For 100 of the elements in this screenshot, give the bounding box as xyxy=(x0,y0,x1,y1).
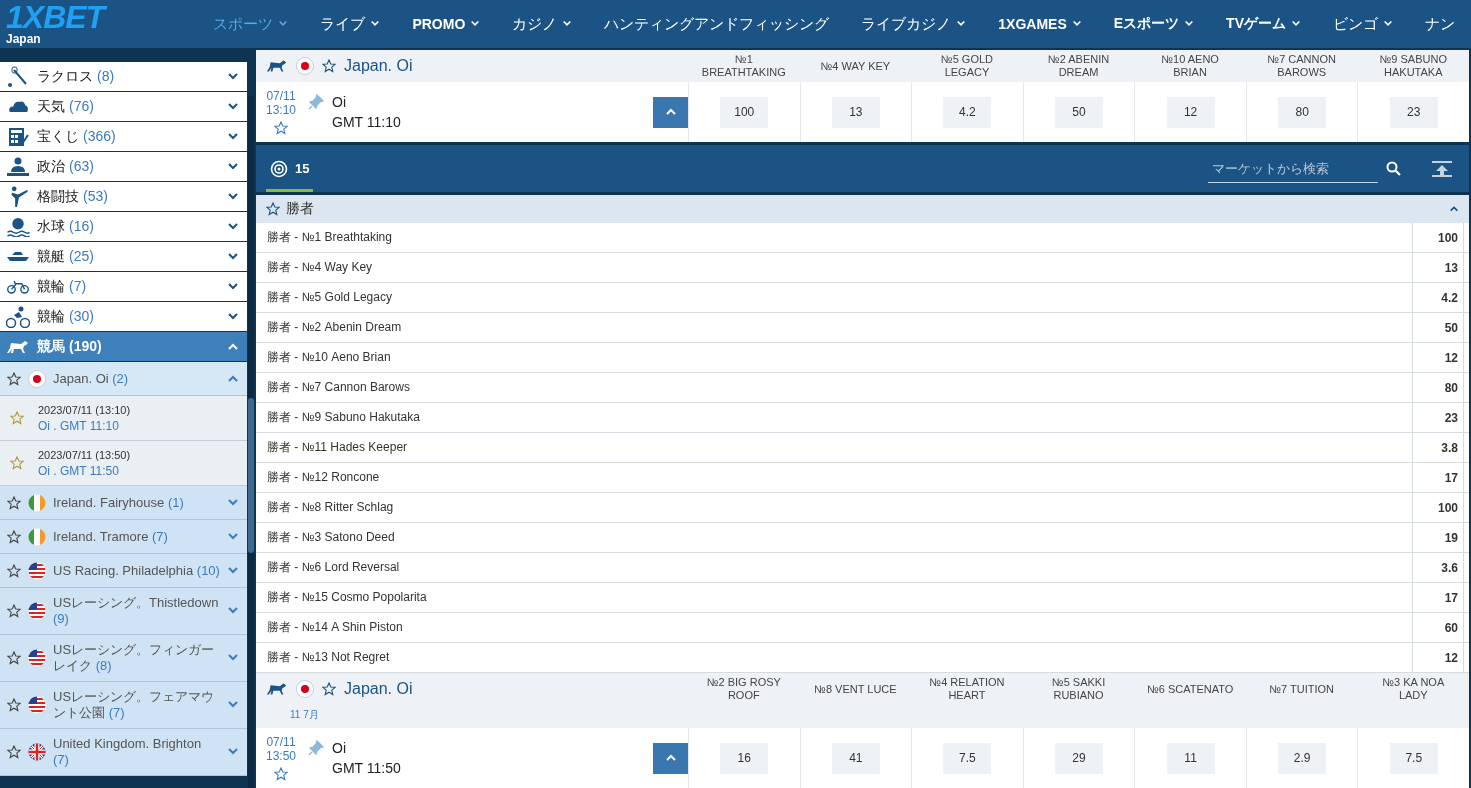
odds-button[interactable]: 50 xyxy=(1412,313,1464,342)
event-count: (30) xyxy=(69,307,94,326)
sport-menu-item[interactable]: 競艇 (25) xyxy=(0,242,247,272)
odds-button[interactable]: 2.9 xyxy=(1278,742,1327,774)
odds-button[interactable]: 23 xyxy=(1389,96,1438,128)
odds-button[interactable]: 12 xyxy=(1412,643,1464,672)
odds-button[interactable]: 17 xyxy=(1412,583,1464,612)
region-label: Japan xyxy=(6,32,41,46)
usa-flag-icon xyxy=(28,561,46,580)
runner-name: №4 RELATION HEART xyxy=(928,676,1006,702)
event-menu-item[interactable]: 2023/07/11 (13:50) Oi . GMT 11:50 xyxy=(0,441,247,486)
tournament-name[interactable]: Japan. Oi xyxy=(344,57,413,75)
odds-button[interactable]: 100 xyxy=(1412,493,1464,522)
odds-button[interactable]: 16 xyxy=(720,742,769,774)
star-icon xyxy=(7,698,21,712)
nav-link[interactable]: カジノ xyxy=(496,0,589,48)
collapse-button[interactable] xyxy=(653,96,688,128)
ball-on-waves-icon xyxy=(6,216,30,237)
league-menu-item[interactable]: Ireland. Fairyhouse (1) xyxy=(0,486,247,520)
sport-menu-item[interactable]: 格闘技 (53) xyxy=(0,182,247,212)
japan-flag-icon xyxy=(28,369,46,388)
odds-button[interactable]: 50 xyxy=(1055,96,1103,128)
league-menu-item[interactable]: USレーシング。フェアマウント公園 (7) xyxy=(0,682,247,729)
odds-button[interactable]: 80 xyxy=(1412,373,1464,402)
league-name: US Racing. Philadelphia (10) xyxy=(53,561,220,580)
event-venue: Oi . GMT 11:10 xyxy=(38,418,120,433)
event-menu-item[interactable]: 2023/07/11 (13:10) Oi . GMT 11:10 xyxy=(0,396,247,441)
odds-button[interactable]: 41 xyxy=(831,742,880,774)
odds-button[interactable]: 100 xyxy=(720,96,769,128)
odds-button[interactable]: 11 xyxy=(1166,742,1215,774)
odds-button[interactable]: 23 xyxy=(1412,403,1464,432)
market-outcome-label: 勝者 - №3 Satono Deed xyxy=(266,529,396,546)
market-count-tab[interactable]: 15 xyxy=(266,148,314,192)
odds-button[interactable]: 19 xyxy=(1412,523,1464,552)
odds-button[interactable]: 4.2 xyxy=(1412,283,1464,312)
odds-button[interactable]: 100 xyxy=(1412,223,1464,252)
league-menu-item[interactable]: USレーシング。Thistledown (9) xyxy=(0,588,247,635)
nav-link[interactable]: ライブ xyxy=(304,0,397,48)
odds-button[interactable]: 4.2 xyxy=(943,96,992,128)
sport-menu-item[interactable]: 水球 (16) xyxy=(0,212,247,242)
usa-flag-icon xyxy=(28,696,46,714)
nav-link[interactable]: ライブカジノ xyxy=(845,0,983,48)
odds-button[interactable]: 12 xyxy=(1412,343,1464,372)
nav-link[interactable]: PROMO xyxy=(396,0,497,48)
caret-icon xyxy=(1383,19,1393,29)
market-group-header[interactable]: 勝者 xyxy=(256,195,1469,223)
league-menu-item[interactable]: USレーシング。フィンガーレイク (8) xyxy=(0,635,247,682)
odds-button[interactable]: 13 xyxy=(831,96,880,128)
event-count: (8) xyxy=(97,67,115,86)
tournament-name[interactable]: Japan. Oi xyxy=(344,680,413,698)
horse-icon xyxy=(266,59,288,73)
odds-button[interactable]: 13 xyxy=(1412,253,1464,282)
event-count: (76) xyxy=(69,97,94,116)
japan-flag-icon xyxy=(296,680,314,698)
caret-icon xyxy=(470,19,481,29)
star-icon xyxy=(322,682,336,696)
runner-name: №5 GOLD LEGACY xyxy=(939,53,994,79)
lacrosse-stick-icon xyxy=(6,65,30,88)
nav-link[interactable]: ハンティングアンドフィッシング xyxy=(588,0,846,48)
star-icon xyxy=(7,529,21,544)
event-count: (16) xyxy=(69,217,94,236)
market-outcome-label: 勝者 - №10 Aeno Brian xyxy=(266,349,392,366)
odds-button[interactable]: 12 xyxy=(1166,96,1215,128)
sport-menu-item[interactable]: 政治 (63) xyxy=(0,152,247,182)
nav-link[interactable]: Eスポーツ xyxy=(1097,0,1211,48)
odds-button[interactable]: 29 xyxy=(1055,742,1103,774)
star-icon xyxy=(10,456,24,470)
nav-link[interactable]: 1XGAMES xyxy=(982,0,1098,48)
sport-menu-item[interactable]: ラクロス (8) xyxy=(0,62,247,92)
odds-button[interactable]: 3.6 xyxy=(1412,553,1464,582)
ireland-flag-icon xyxy=(28,493,46,512)
odds-button[interactable]: 3.8 xyxy=(1412,433,1464,462)
sport-menu-item[interactable]: 宝くじ (366) xyxy=(0,122,247,152)
sport-menu-item[interactable]: 天気 (76) xyxy=(0,92,247,122)
nav-link[interactable]: ナン xyxy=(1409,0,1471,48)
league-menu-item[interactable]: United Kingdom. Brighton (7) xyxy=(0,729,247,776)
sport-name: 競馬 xyxy=(37,337,65,356)
league-menu-item[interactable]: Ireland. Tramore (7) xyxy=(0,520,247,554)
event-gmt-time: GMT 11:10 xyxy=(332,113,402,132)
odds-button[interactable]: 7.5 xyxy=(943,742,992,774)
league-menu-item[interactable]: Japan. Oi (2) xyxy=(0,362,247,396)
league-name: United Kingdom. Brighton (7) xyxy=(53,735,203,769)
scrollbar-thumb[interactable] xyxy=(248,398,254,553)
odds-button[interactable]: 17 xyxy=(1412,463,1464,492)
sport-menu-item[interactable]: 競輪 (7) xyxy=(0,272,247,302)
sport-menu-item[interactable]: 競馬 (190) xyxy=(0,332,247,362)
market-search-field[interactable]: マーケットから検索 xyxy=(1208,154,1378,183)
caret-icon xyxy=(956,19,967,29)
league-menu-item[interactable]: US Racing. Philadelphia (10) xyxy=(0,554,247,588)
odds-button[interactable]: 80 xyxy=(1278,96,1327,128)
odds-button[interactable]: 60 xyxy=(1412,613,1464,642)
star-icon xyxy=(266,202,280,216)
nav-link[interactable]: ビンゴ xyxy=(1317,0,1409,48)
sport-menu-item[interactable]: 競輪 (30) xyxy=(0,302,247,332)
market-outcome-label: 勝者 - №5 Gold Legacy xyxy=(266,289,393,306)
nav-link[interactable]: TVゲーム xyxy=(1210,0,1317,48)
event-count: (190) xyxy=(69,337,102,356)
collapse-button[interactable] xyxy=(653,742,688,774)
star-icon xyxy=(7,563,21,578)
odds-button[interactable]: 7.5 xyxy=(1389,742,1438,774)
